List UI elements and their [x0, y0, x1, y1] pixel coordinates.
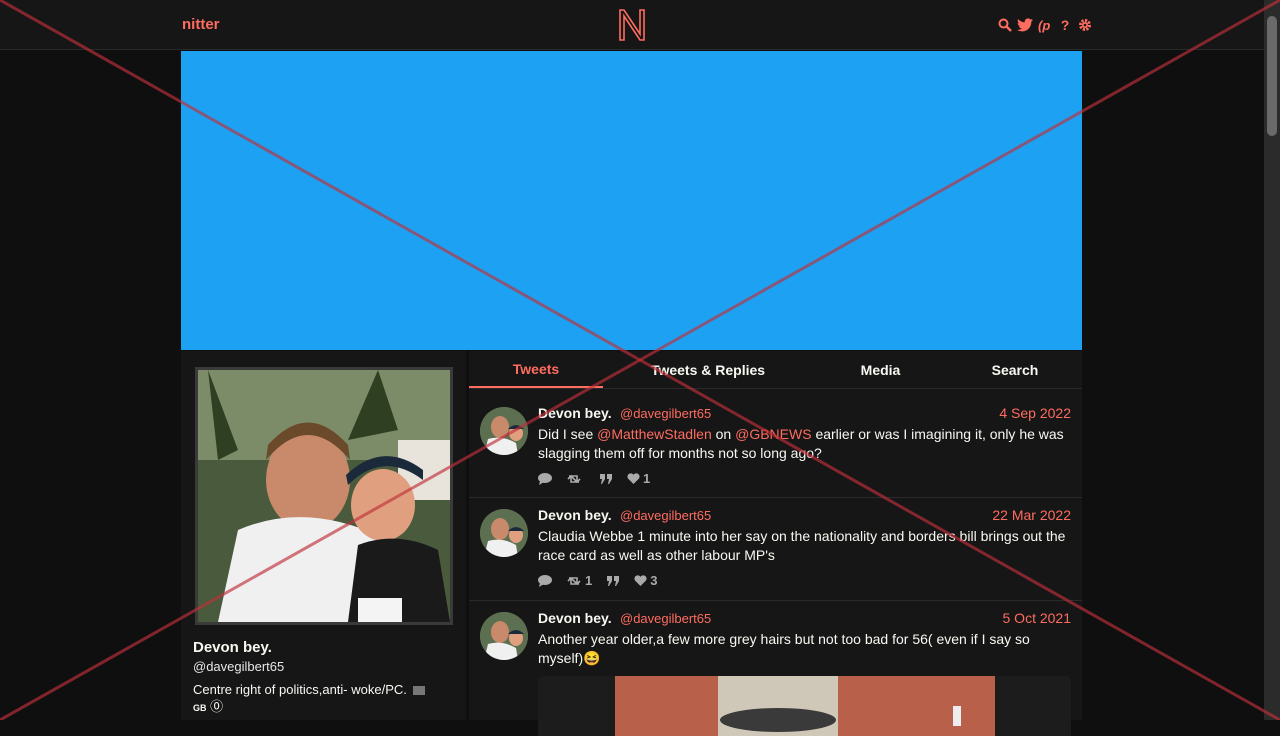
bio-flag-text: GB: [193, 703, 207, 713]
tweet-author-name[interactable]: Devon bey.: [538, 405, 612, 421]
twitter-bird-icon[interactable]: [1017, 16, 1033, 34]
tweet-avatar[interactable]: [480, 612, 528, 660]
rss-icon[interactable]: (p: [1037, 16, 1053, 34]
retweet-icon: [567, 474, 581, 483]
tweet-author-handle[interactable]: @davegilbert65: [620, 508, 711, 523]
mention-link[interactable]: @MatthewStadlen: [597, 426, 712, 442]
quote-stat[interactable]: [606, 573, 620, 588]
tweet[interactable]: Devon bey. @davegilbert65 22 Mar 2022 Cl…: [469, 499, 1082, 601]
reply-stat[interactable]: [538, 471, 552, 486]
quote-icon: [600, 473, 612, 484]
quote-icon: [607, 575, 620, 586]
tweet-avatar[interactable]: [480, 509, 528, 557]
profile-fullname: Devon bey.: [193, 639, 272, 656]
timeline-tabs: Tweets Tweets & Replies Media Search: [469, 351, 1082, 389]
tweet-body: Did I see @MatthewStadlen on @GBNEWS ear…: [538, 425, 1072, 463]
timeline: Tweets Tweets & Replies Media Search Dev…: [469, 351, 1082, 736]
svg-text:(p: (p: [1038, 18, 1050, 33]
tweet-stats: 1: [538, 471, 650, 486]
tweet-author-name[interactable]: Devon bey.: [538, 610, 612, 626]
tweet-avatar[interactable]: [480, 407, 528, 455]
bio-tail: ⓪: [210, 699, 224, 714]
gear-icon[interactable]: [1077, 16, 1093, 34]
help-icon[interactable]: ?: [1057, 16, 1073, 34]
like-count: 3: [650, 573, 658, 588]
tweet-date[interactable]: 22 Mar 2022: [992, 507, 1071, 523]
tweet-date[interactable]: 4 Sep 2022: [999, 405, 1071, 421]
retweet-count: 1: [585, 573, 593, 588]
tweet-date[interactable]: 5 Oct 2021: [1003, 610, 1072, 626]
tab-media[interactable]: Media: [813, 351, 948, 388]
heart-icon: [634, 574, 647, 586]
tweet-body: Another year older,a few more grey hairs…: [538, 631, 1030, 666]
comment-icon: [538, 574, 552, 587]
like-stat[interactable]: 1: [627, 471, 650, 486]
profile-banner[interactable]: [181, 51, 1082, 350]
tweet-author-handle[interactable]: @davegilbert65: [620, 611, 711, 626]
tab-tweets[interactable]: Tweets: [469, 351, 603, 388]
navbar: nitter (p ?: [0, 0, 1264, 50]
tab-search[interactable]: Search: [948, 351, 1082, 388]
tweet-body: Claudia Webbe 1 minute into her say on t…: [538, 528, 1066, 563]
tweet-text: on: [711, 426, 736, 442]
heart-icon: [627, 472, 640, 484]
tweet[interactable]: Devon bey. @davegilbert65 5 Oct 2021 Ano…: [469, 602, 1082, 736]
profile-bio: Centre right of politics,anti- woke/PC. …: [193, 681, 453, 717]
retweet-stat[interactable]: 1: [566, 573, 592, 588]
quote-stat[interactable]: [599, 471, 613, 486]
reply-stat[interactable]: [538, 573, 552, 588]
tweet-stats: 1 3: [538, 573, 657, 588]
scrollbar[interactable]: [1264, 0, 1280, 720]
nitter-logo-icon[interactable]: [618, 8, 646, 42]
comment-icon: [538, 472, 552, 485]
brand-link[interactable]: nitter: [182, 16, 220, 33]
retweet-icon: [567, 576, 581, 585]
profile-avatar[interactable]: [195, 367, 453, 625]
tweet-author-handle[interactable]: @davegilbert65: [620, 406, 711, 421]
tweet-text: Did I see: [538, 426, 598, 442]
tab-tweets-replies[interactable]: Tweets & Replies: [603, 351, 813, 388]
tweet[interactable]: Devon bey. @davegilbert65 4 Sep 2022 Did…: [469, 397, 1082, 498]
flag-icon: [412, 686, 425, 696]
like-count: 1: [643, 471, 651, 486]
tweet-media-image[interactable]: [538, 676, 1071, 736]
bio-text: Centre right of politics,anti- woke/PC.: [193, 682, 407, 697]
search-icon[interactable]: [997, 16, 1013, 34]
retweet-stat[interactable]: [566, 471, 585, 486]
mention-link[interactable]: @GBNEWS: [735, 426, 811, 442]
tweet-author-name[interactable]: Devon bey.: [538, 507, 612, 523]
profile-username[interactable]: @davegilbert65: [193, 659, 284, 674]
profile-card: Devon bey. @davegilbert65 Centre right o…: [181, 351, 466, 720]
nav-icons: (p ?: [997, 15, 1093, 35]
like-stat[interactable]: 3: [634, 573, 657, 588]
scrollbar-thumb[interactable]: [1267, 16, 1277, 136]
